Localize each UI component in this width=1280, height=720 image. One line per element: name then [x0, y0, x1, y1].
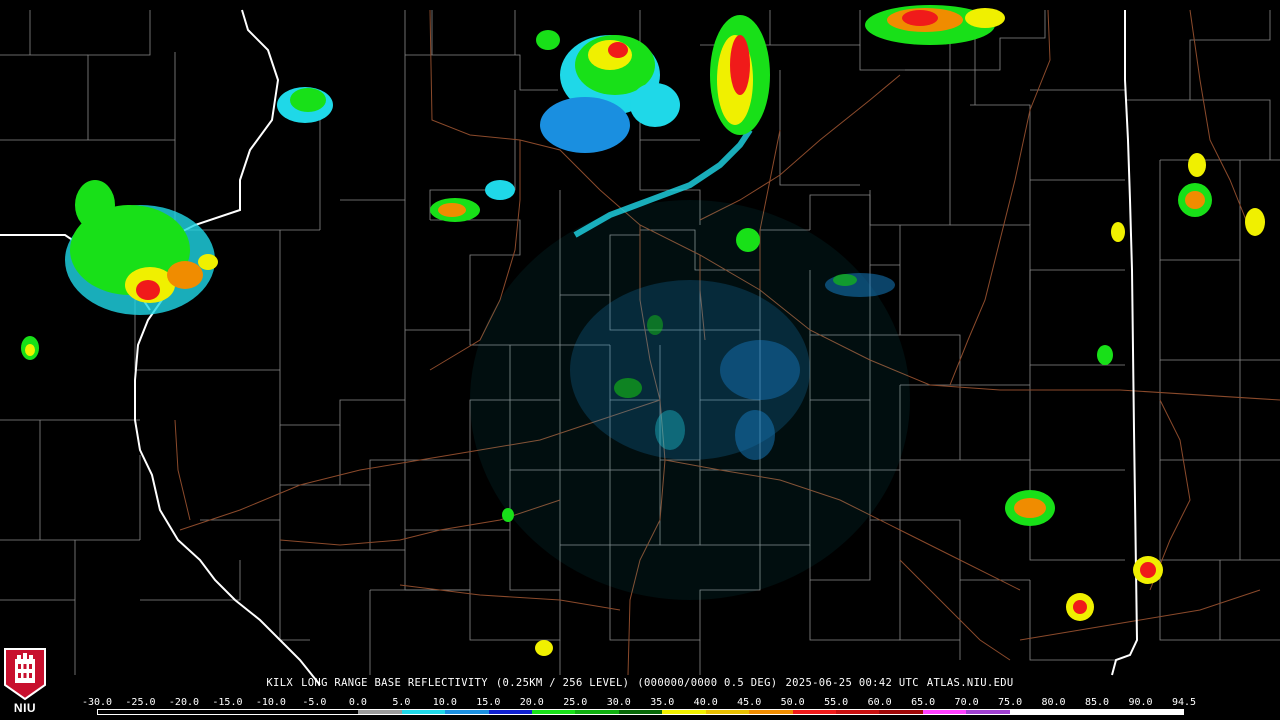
legend-swatch [271, 710, 316, 714]
clear-air-returns [470, 200, 910, 600]
legend-swatch [705, 710, 750, 714]
legend-swatch [835, 710, 880, 714]
legend-swatch [445, 710, 489, 714]
legend-label: -30.0 [81, 697, 113, 708]
caption-timestamp: 2025-06-25 00:42 UTC [785, 677, 919, 689]
niu-seal-icon [4, 648, 46, 701]
legend-label: 70.0 [954, 697, 979, 708]
legend-label: 30.0 [606, 697, 631, 708]
legend-label: 20.0 [519, 697, 544, 708]
legend-swatch [792, 710, 836, 714]
legend-swatch [575, 710, 619, 714]
legend-swatch [315, 710, 359, 714]
legend-swatch [662, 710, 706, 714]
legend-label: 50.0 [780, 697, 805, 708]
legend-label: 75.0 [998, 697, 1023, 708]
legend-swatch [228, 710, 272, 714]
legend-label: 60.0 [867, 697, 892, 708]
legend-swatch [401, 710, 446, 714]
legend-label: 40.0 [693, 697, 718, 708]
legend-label: 0.0 [348, 697, 367, 708]
legend-label: -20.0 [168, 697, 200, 708]
logo-text: NIU [13, 701, 37, 715]
legend-label: 94.5 [1171, 697, 1197, 708]
legend-swatch [141, 710, 185, 714]
legend-labels: -30.0 -25.0 -20.0 -15.0 -10.0 -5.0 0.0 5.0 10.0 1… [82, 697, 1197, 709]
legend-label: 35.0 [650, 697, 675, 708]
legend-swatch [1096, 710, 1140, 714]
legend-label: -10.0 [255, 697, 286, 708]
legend-label: 90.0 [1128, 697, 1153, 708]
legend-swatch [966, 710, 1010, 714]
caption-resolution: (0.25KM / 256 LEVEL) [495, 677, 630, 689]
radar-map [0, 0, 1280, 720]
caption-source: ATLAS.NIU.EDU [926, 677, 1014, 689]
legend-label: 10.0 [432, 697, 457, 708]
legend-swatch [184, 710, 229, 714]
legend-label: 45.0 [737, 697, 762, 708]
legend-swatch [358, 710, 402, 714]
legend-swatch [1139, 710, 1184, 714]
caption-station: KILX [266, 677, 294, 689]
legend-label: 25.0 [563, 697, 588, 708]
legend-swatch [922, 710, 967, 714]
caption-product: LONG RANGE BASE REFLECTIVITY [301, 677, 488, 689]
legend-label: -5.0 [302, 697, 327, 708]
legend-swatch [1052, 710, 1097, 714]
legend-label: -15.0 [212, 697, 243, 708]
product-caption: KILX LONG RANGE BASE REFLECTIVITY (0.25KM … [0, 677, 1280, 691]
caption-scan: (000000/0000 0.5 DEG) [637, 677, 778, 689]
legend-label: 65.0 [911, 697, 936, 708]
legend-color-bar [97, 709, 1184, 715]
legend-label: 55.0 [824, 697, 849, 708]
legend-swatch [618, 710, 663, 714]
legend-swatch [749, 710, 793, 714]
legend-label: 80.0 [1041, 697, 1066, 708]
legend-label: -25.0 [125, 697, 156, 708]
legend-swatch [1009, 710, 1053, 714]
legend-swatch [532, 710, 576, 714]
legend-label: 85.0 [1084, 697, 1110, 708]
legend-label: 5.0 [392, 697, 411, 708]
legend-label: 15.0 [476, 697, 501, 708]
legend-swatch [98, 710, 142, 714]
legend-swatch [879, 710, 923, 714]
legend-swatch [488, 710, 533, 714]
